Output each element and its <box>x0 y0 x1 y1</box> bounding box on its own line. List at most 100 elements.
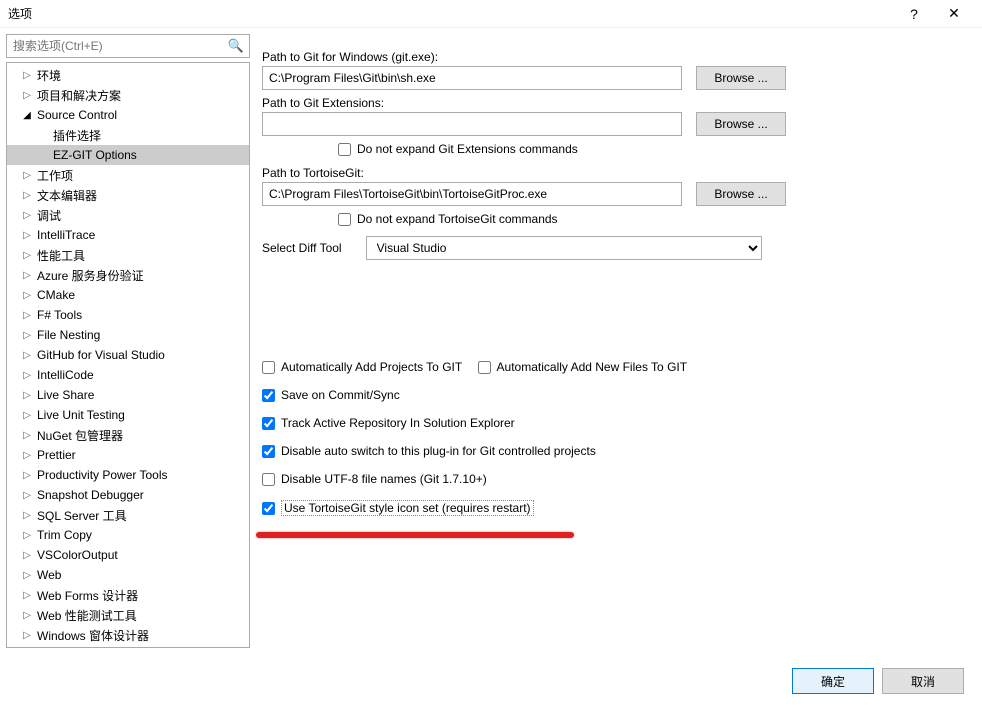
tree-item-1[interactable]: ▷项目和解决方案 <box>7 85 249 105</box>
auto-add-files-label: Automatically Add New Files To GIT <box>497 360 688 374</box>
tree-item-label: CMake <box>33 288 75 302</box>
tree-item-label: 环境 <box>33 67 61 84</box>
chevron-right-icon: ▷ <box>21 270 33 281</box>
search-input[interactable] <box>6 34 250 58</box>
tree-item-label: Web 性能测试工具 <box>33 607 137 624</box>
chevron-down-icon: ◢ <box>21 110 33 121</box>
tree-item-7[interactable]: ▷调试 <box>7 205 249 225</box>
git-ext-noexpand-label: Do not expand Git Extensions commands <box>357 142 578 156</box>
tree-item-17[interactable]: ▷Live Unit Testing <box>7 405 249 425</box>
chevron-right-icon: ▷ <box>21 250 33 261</box>
tree-item-label: Trim Copy <box>33 528 92 542</box>
tortoise-icons-checkbox[interactable] <box>262 502 275 515</box>
tree-item-label: F# Tools <box>33 308 82 322</box>
tree-item-5[interactable]: ▷工作项 <box>7 165 249 185</box>
diff-tool-select[interactable]: Visual Studio <box>366 236 762 260</box>
diff-tool-label: Select Diff Tool <box>262 241 342 255</box>
chevron-right-icon: ▷ <box>21 70 33 81</box>
chevron-right-icon: ▷ <box>21 450 33 461</box>
tree-item-label: Live Share <box>33 388 94 402</box>
git-ext-browse-button[interactable]: Browse ... <box>696 112 786 136</box>
auto-add-projects-checkbox[interactable] <box>262 361 275 374</box>
annotation-underline <box>256 532 574 538</box>
tree-item-label: NuGet 包管理器 <box>33 427 123 444</box>
git-ext-label: Path to Git Extensions: <box>262 96 962 110</box>
chevron-right-icon: ▷ <box>21 390 33 401</box>
chevron-right-icon: ▷ <box>21 330 33 341</box>
tree-item-22[interactable]: ▷SQL Server 工具 <box>7 505 249 525</box>
ok-button[interactable]: 确定 <box>792 668 874 694</box>
chevron-right-icon: ▷ <box>21 550 33 561</box>
tree-item-6[interactable]: ▷文本编辑器 <box>7 185 249 205</box>
tree-item-15[interactable]: ▷IntelliCode <box>7 365 249 385</box>
tree-item-label: Azure 服务身份验证 <box>33 267 144 284</box>
tree-item-19[interactable]: ▷Prettier <box>7 445 249 465</box>
cancel-button[interactable]: 取消 <box>882 668 964 694</box>
save-on-commit-checkbox[interactable] <box>262 389 275 402</box>
tree-item-label: Web Forms 设计器 <box>33 587 138 604</box>
chevron-right-icon: ▷ <box>21 510 33 521</box>
tree-item-label: Prettier <box>33 448 76 462</box>
tree-item-26[interactable]: ▷Web Forms 设计器 <box>7 585 249 605</box>
tree-item-label: File Nesting <box>33 328 100 342</box>
git-win-input[interactable] <box>262 66 682 90</box>
options-tree[interactable]: ▷环境▷项目和解决方案◢Source Control插件选择EZ-GIT Opt… <box>6 62 250 648</box>
chevron-right-icon: ▷ <box>21 290 33 301</box>
tree-item-9[interactable]: ▷性能工具 <box>7 245 249 265</box>
tree-item-label: 项目和解决方案 <box>33 87 121 104</box>
disable-autoswitch-checkbox[interactable] <box>262 445 275 458</box>
tree-item-label: 文本编辑器 <box>33 187 97 204</box>
tree-item-3[interactable]: 插件选择 <box>7 125 249 145</box>
track-repo-checkbox[interactable] <box>262 417 275 430</box>
tree-item-8[interactable]: ▷IntelliTrace <box>7 225 249 245</box>
tree-item-13[interactable]: ▷File Nesting <box>7 325 249 345</box>
tree-item-2[interactable]: ◢Source Control <box>7 105 249 125</box>
tree-item-12[interactable]: ▷F# Tools <box>7 305 249 325</box>
tree-item-25[interactable]: ▷Web <box>7 565 249 585</box>
disable-utf8-checkbox[interactable] <box>262 473 275 486</box>
auto-add-files-checkbox[interactable] <box>478 361 491 374</box>
tree-item-label: 性能工具 <box>33 247 85 264</box>
tortoise-browse-button[interactable]: Browse ... <box>696 182 786 206</box>
chevron-right-icon: ▷ <box>21 170 33 181</box>
tree-item-23[interactable]: ▷Trim Copy <box>7 525 249 545</box>
tree-item-4[interactable]: EZ-GIT Options <box>7 145 249 165</box>
help-button[interactable]: ? <box>894 6 934 22</box>
tree-item-11[interactable]: ▷CMake <box>7 285 249 305</box>
git-ext-noexpand-checkbox[interactable] <box>338 143 351 156</box>
chevron-right-icon: ▷ <box>21 430 33 441</box>
tortoise-noexpand-label: Do not expand TortoiseGit commands <box>357 212 558 226</box>
chevron-right-icon: ▷ <box>21 590 33 601</box>
tree-item-label: 调试 <box>33 207 61 224</box>
tree-item-label: IntelliTrace <box>33 228 95 242</box>
git-win-label: Path to Git for Windows (git.exe): <box>262 50 962 64</box>
tortoise-noexpand-checkbox[interactable] <box>338 213 351 226</box>
tree-item-28[interactable]: ▷Windows 窗体设计器 <box>7 625 249 645</box>
tree-item-label: Source Control <box>33 108 117 122</box>
tree-item-label: 插件选择 <box>49 127 101 144</box>
tree-item-label: Snapshot Debugger <box>33 488 144 502</box>
tree-item-label: 工作项 <box>33 167 73 184</box>
tree-item-14[interactable]: ▷GitHub for Visual Studio <box>7 345 249 365</box>
chevron-right-icon: ▷ <box>21 530 33 541</box>
tree-item-label: Live Unit Testing <box>33 408 125 422</box>
tree-item-label: GitHub for Visual Studio <box>33 348 165 362</box>
chevron-right-icon: ▷ <box>21 210 33 221</box>
tree-item-24[interactable]: ▷VSColorOutput <box>7 545 249 565</box>
chevron-right-icon: ▷ <box>21 630 33 641</box>
tree-item-27[interactable]: ▷Web 性能测试工具 <box>7 605 249 625</box>
tree-item-0[interactable]: ▷环境 <box>7 65 249 85</box>
tree-item-21[interactable]: ▷Snapshot Debugger <box>7 485 249 505</box>
close-button[interactable]: ✕ <box>934 5 974 22</box>
save-on-commit-label: Save on Commit/Sync <box>281 388 400 402</box>
disable-autoswitch-label: Disable auto switch to this plug-in for … <box>281 444 596 458</box>
tortoise-label: Path to TortoiseGit: <box>262 166 962 180</box>
tree-item-20[interactable]: ▷Productivity Power Tools <box>7 465 249 485</box>
tree-item-10[interactable]: ▷Azure 服务身份验证 <box>7 265 249 285</box>
git-ext-input[interactable] <box>262 112 682 136</box>
tree-item-16[interactable]: ▷Live Share <box>7 385 249 405</box>
tree-item-label: IntelliCode <box>33 368 94 382</box>
tree-item-18[interactable]: ▷NuGet 包管理器 <box>7 425 249 445</box>
tortoise-input[interactable] <box>262 182 682 206</box>
git-win-browse-button[interactable]: Browse ... <box>696 66 786 90</box>
